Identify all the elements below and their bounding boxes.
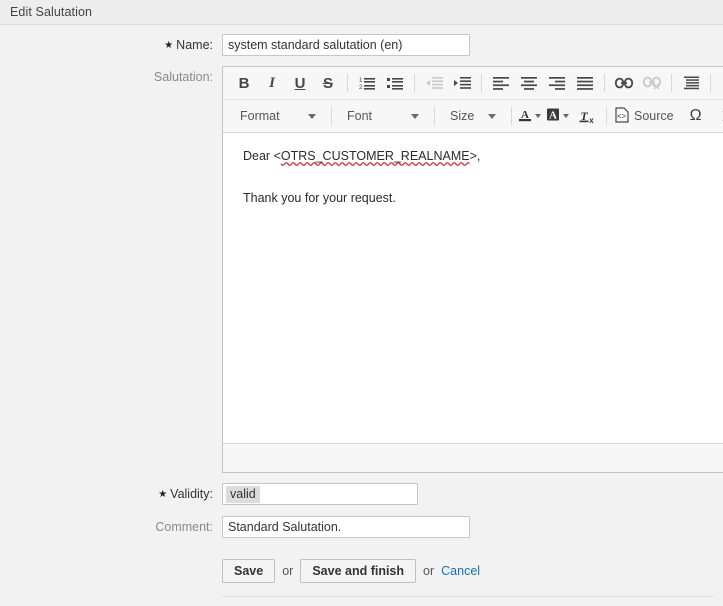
numbered-list-icon[interactable]: 1 2 xyxy=(355,71,379,95)
decrease-indent-icon[interactable] xyxy=(422,71,446,95)
validity-label: ★ Validity: xyxy=(158,487,213,501)
toolbar-separator xyxy=(481,74,482,92)
toolbar-separator xyxy=(604,74,605,92)
unlink-icon[interactable] xyxy=(640,71,664,95)
action-button-row: Save or Save and finish or Cancel xyxy=(222,559,723,583)
validity-select[interactable]: valid xyxy=(222,483,418,505)
salutation-prefix: Dear < xyxy=(243,149,281,163)
salutation-suffix: >, xyxy=(469,149,481,163)
comment-input[interactable] xyxy=(222,516,470,538)
widget-header: Edit Salutation xyxy=(0,0,723,25)
toolbar-separator xyxy=(606,107,607,125)
align-center-icon[interactable] xyxy=(517,71,541,95)
chevron-down-icon xyxy=(563,114,569,118)
salutation-control: B I U S 1 2 Format Font Size A A T x <> … xyxy=(222,66,723,473)
undo-icon[interactable] xyxy=(718,71,723,95)
or-separator-2: or xyxy=(423,564,435,578)
link-icon[interactable] xyxy=(612,71,636,95)
customer-realname-placeholder: OTRS_CUSTOMER_REALNAME xyxy=(280,149,470,163)
field-row-actions: Save or Save and finish or Cancel xyxy=(0,546,723,597)
underline-icon[interactable]: U xyxy=(288,71,312,95)
svg-text:x: x xyxy=(589,116,594,124)
rich-text-editor: B I U S 1 2 Format Font Size A A T x <> … xyxy=(222,66,723,473)
required-star-icon: ★ xyxy=(164,40,174,51)
remove-format-icon[interactable]: T x xyxy=(575,104,599,128)
actions-control: Save or Save and finish or Cancel xyxy=(222,546,723,597)
toolbar-separator xyxy=(511,107,512,125)
svg-text:A: A xyxy=(549,110,557,122)
bold-icon[interactable]: B xyxy=(232,71,256,95)
text-color-icon: A xyxy=(518,107,532,125)
save-and-finish-button[interactable]: Save and finish xyxy=(300,559,417,583)
editor-toolbar: B I U S 1 2 Format Font Size A A T x <> … xyxy=(223,67,723,133)
footer-divider xyxy=(222,596,714,597)
name-label: ★ Name: xyxy=(164,38,213,52)
strikethrough-icon[interactable]: S xyxy=(316,71,340,95)
validity-control: valid xyxy=(222,483,723,505)
editor-toolbar-row-2: Format Font Size A A T x <> Source Ω xyxy=(223,99,723,132)
bulleted-list-icon[interactable] xyxy=(383,71,407,95)
toolbar-separator xyxy=(414,74,415,92)
comment-label: Comment: xyxy=(155,520,213,534)
chevron-down-icon xyxy=(308,113,316,119)
field-row-name: ★ Name: xyxy=(0,34,723,58)
field-row-validity: ★ Validity: valid xyxy=(0,483,723,507)
align-right-icon[interactable] xyxy=(545,71,569,95)
name-input[interactable] xyxy=(222,34,470,56)
chevron-down-icon xyxy=(535,114,541,118)
toolbar-separator xyxy=(710,74,711,92)
editor-content-area[interactable]: Dear <OTRS_CUSTOMER_REALNAME>, Thank you… xyxy=(223,133,723,443)
toolbar-separator xyxy=(434,107,435,125)
editor-paragraph-1: Dear <OTRS_CUSTOMER_REALNAME>, xyxy=(243,147,723,165)
or-separator-1: or xyxy=(282,564,294,578)
align-left-icon[interactable] xyxy=(489,71,513,95)
size-dropdown[interactable]: Size xyxy=(442,104,504,128)
validity-selected-option: valid xyxy=(226,485,260,503)
background-color-icon: A xyxy=(546,107,560,125)
italic-icon[interactable]: I xyxy=(260,71,284,95)
save-button[interactable]: Save xyxy=(222,559,276,583)
background-color-dropdown[interactable]: A xyxy=(546,104,572,128)
toolbar-separator xyxy=(671,74,672,92)
special-character-icon[interactable]: Ω xyxy=(684,104,708,128)
editor-paragraph-2: Thank you for your request. xyxy=(243,191,396,206)
cancel-link[interactable]: Cancel xyxy=(441,564,480,578)
format-dropdown[interactable]: Format xyxy=(232,104,324,128)
blockquote-icon[interactable] xyxy=(679,71,703,95)
text-color-dropdown[interactable]: A xyxy=(518,104,544,128)
editor-toolbar-row-1: B I U S 1 2 xyxy=(223,67,723,99)
required-star-icon: ★ xyxy=(158,489,168,500)
maximize-icon[interactable] xyxy=(716,104,723,128)
field-row-comment: Comment: xyxy=(0,516,723,538)
page-title: Edit Salutation xyxy=(10,5,93,19)
salutation-label: Salutation: xyxy=(153,70,213,84)
toolbar-separator xyxy=(347,74,348,92)
toolbar-separator xyxy=(331,107,332,125)
name-control xyxy=(222,34,723,56)
font-dropdown[interactable]: Font xyxy=(339,104,427,128)
align-justify-icon[interactable] xyxy=(573,71,597,95)
editor-status-bar xyxy=(223,443,723,472)
svg-text:1: 1 xyxy=(359,78,363,84)
increase-indent-icon[interactable] xyxy=(450,71,474,95)
chevron-down-icon xyxy=(411,113,419,119)
source-code-icon: <> xyxy=(615,106,629,126)
edit-salutation-form: ★Name: Salutation: B I U S xyxy=(0,25,723,597)
chevron-down-icon xyxy=(488,113,496,119)
comment-control xyxy=(222,516,723,538)
svg-text:<>: <> xyxy=(617,113,627,121)
field-row-salutation: Salutation: B I U S 1 2 Format Font Size… xyxy=(0,66,723,473)
svg-text:2: 2 xyxy=(359,85,363,90)
source-button[interactable]: <> Source xyxy=(615,104,674,128)
